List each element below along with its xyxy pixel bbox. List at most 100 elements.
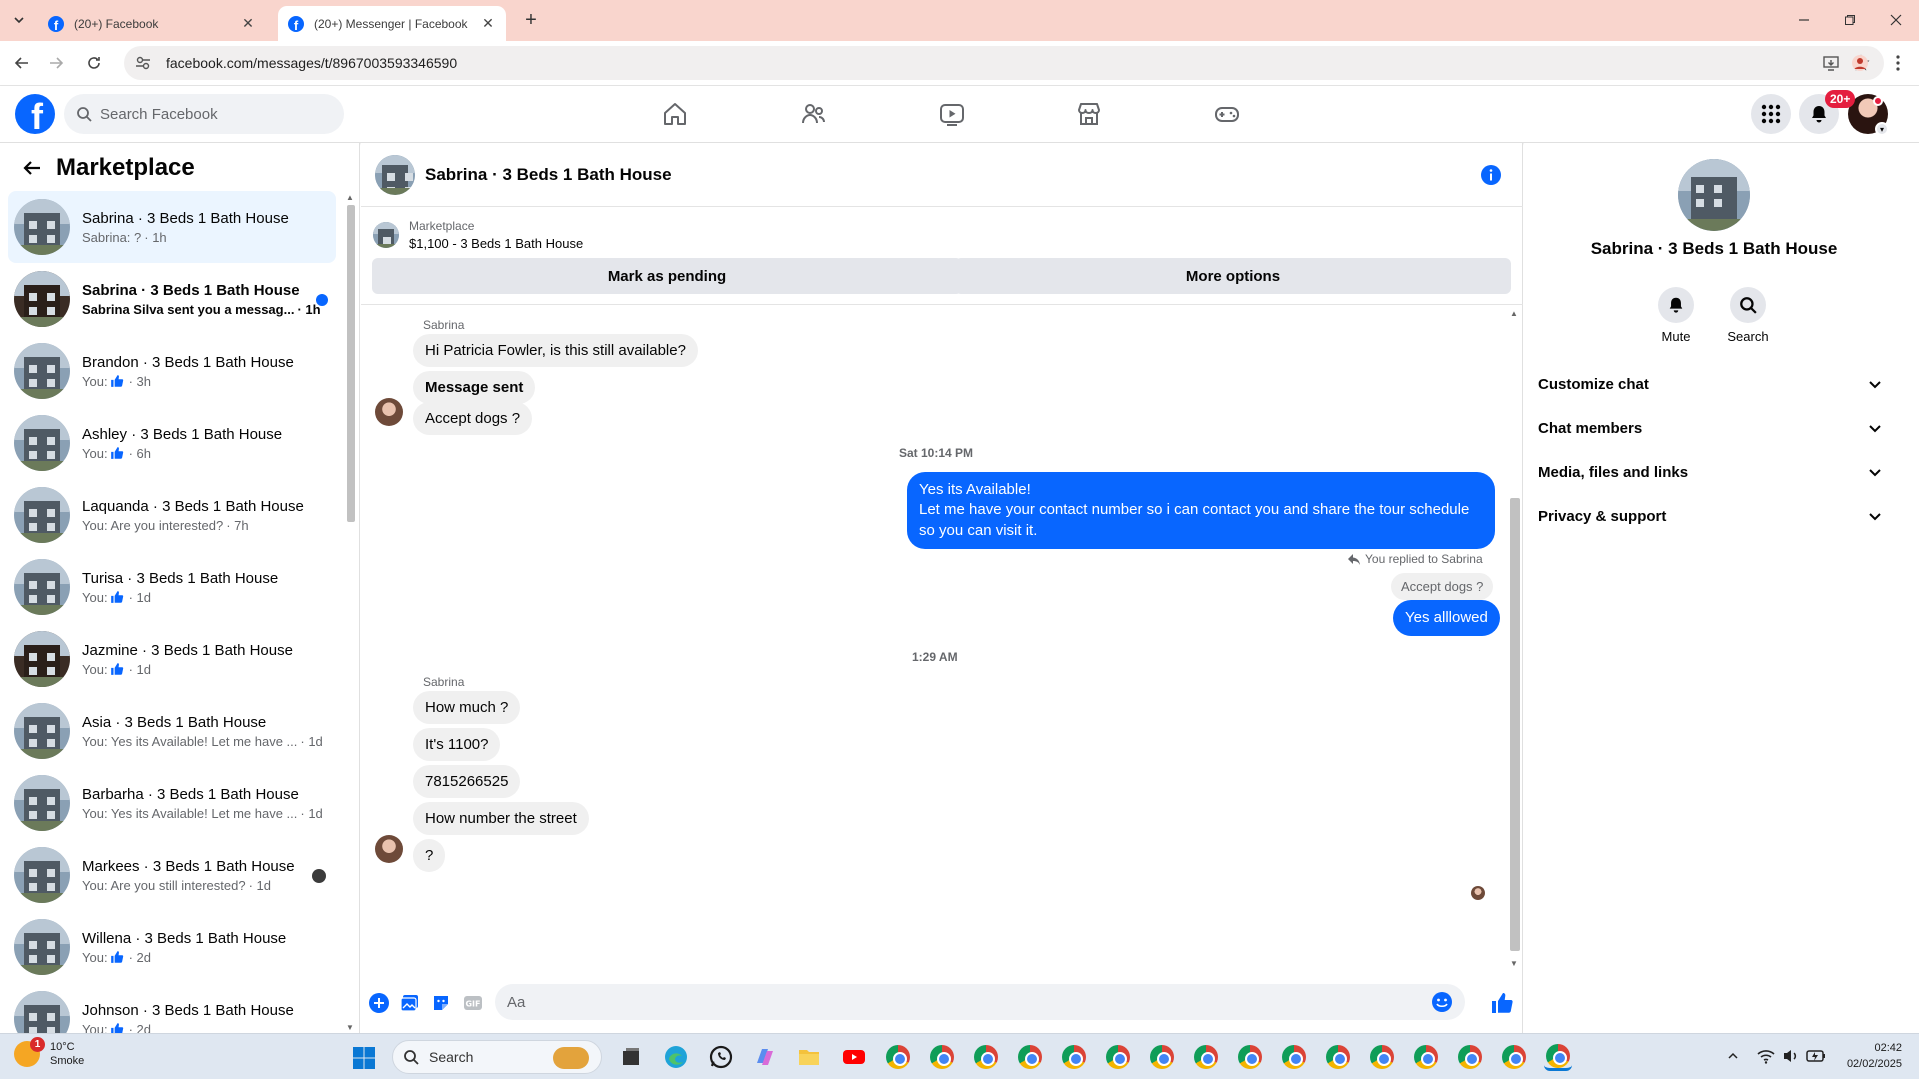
chat-avatar[interactable] <box>375 154 415 195</box>
tray-overflow-chevron-icon[interactable] <box>1723 1046 1743 1066</box>
emoji-icon[interactable] <box>1431 991 1453 1013</box>
message-bubble-incoming[interactable]: Message sent <box>413 371 536 404</box>
forward-arrow-icon[interactable] <box>44 51 68 75</box>
conversation-row[interactable]: Asia · 3 Beds 1 Bath House You: Yes its A… <box>8 695 336 767</box>
system-clock[interactable]: 02:42 02/02/2025 <box>1836 1041 1902 1073</box>
message-bubble-incoming[interactable]: Accept dogs ? <box>413 402 533 435</box>
browser-tab-facebook[interactable]: f (20+) Facebook ✕ <box>38 6 266 41</box>
message-bubble-incoming[interactable]: ? <box>413 839 446 872</box>
more-actions-plus-icon[interactable] <box>368 992 390 1014</box>
sticker-icon[interactable] <box>430 992 452 1014</box>
chrome-icon[interactable] <box>1280 1043 1308 1071</box>
conversation-info-icon[interactable] <box>1481 165 1501 185</box>
message-bubble-incoming[interactable]: How number the street <box>413 802 589 835</box>
conversation-row[interactable]: Brandon · 3 Beds 1 Bath House You: · 3h <box>8 335 336 407</box>
conversation-row[interactable]: Turisa · 3 Beds 1 Bath House You: · 1d <box>8 551 336 623</box>
battery-icon[interactable] <box>1806 1046 1826 1066</box>
weather-widget[interactable]: 1 10°C Smoke <box>14 1037 84 1069</box>
scroll-down-arrow-icon[interactable]: ▼ <box>1510 959 1518 968</box>
message-bubble-incoming[interactable]: It's 1100? <box>413 728 501 761</box>
message-thread-scrollbar[interactable]: ▲ ▼ <box>1507 306 1521 971</box>
back-arrow-icon[interactable] <box>10 51 34 75</box>
facebook-search-input[interactable] <box>100 105 320 123</box>
conversation-row[interactable]: Johnson · 3 Beds 1 Bath House You: · 2d <box>8 983 336 1033</box>
conversation-row[interactable]: Laquanda · 3 Beds 1 Bath House You: Are y… <box>8 479 336 551</box>
install-app-icon[interactable] <box>1816 48 1846 78</box>
chrome-icon[interactable] <box>1500 1043 1528 1071</box>
video-nav-icon[interactable] <box>932 96 972 132</box>
gaming-nav-icon[interactable] <box>1207 96 1247 132</box>
message-bubble-outgoing[interactable]: Yes its Available! Let me have your cont… <box>907 472 1495 549</box>
volume-icon[interactable] <box>1781 1046 1801 1066</box>
like-thumb-icon[interactable] <box>1489 990 1515 1016</box>
chrome-icon[interactable] <box>1412 1043 1440 1071</box>
conversation-row[interactable]: Markees · 3 Beds 1 Bath House You: Are yo… <box>8 839 336 911</box>
conversation-row[interactable]: Willena · 3 Beds 1 Bath House You: · 2d <box>8 911 336 983</box>
chrome-icon[interactable] <box>1148 1043 1176 1071</box>
attach-photo-icon[interactable] <box>399 992 421 1014</box>
message-input-box[interactable] <box>495 984 1465 1020</box>
message-input[interactable] <box>507 993 1431 1011</box>
reload-icon[interactable] <box>82 51 106 75</box>
friends-nav-icon[interactable] <box>793 96 833 132</box>
listing-summary[interactable]: Marketplace $1,100 - 3 Beds 1 Bath House <box>373 219 583 251</box>
youtube-icon[interactable] <box>840 1043 868 1071</box>
close-tab-icon[interactable]: ✕ <box>240 15 256 32</box>
more-options-button[interactable]: More options <box>955 258 1511 294</box>
chrome-icon[interactable] <box>884 1043 912 1071</box>
quoted-message[interactable]: Accept dogs ? <box>1391 573 1494 600</box>
sender-avatar[interactable] <box>375 398 403 426</box>
new-tab-button[interactable]: + <box>520 9 542 31</box>
message-bubble-incoming[interactable]: 7815266525 <box>413 765 521 798</box>
chat-members-section[interactable]: Chat members <box>1538 408 1890 448</box>
mute-bell-icon[interactable] <box>1658 287 1694 323</box>
scroll-down-arrow-icon[interactable]: ▼ <box>346 1023 354 1032</box>
edge-browser-icon[interactable] <box>662 1043 690 1071</box>
file-explorer-icon[interactable] <box>795 1043 823 1071</box>
browser-tab-messenger[interactable]: f (20+) Messenger | Facebook ✕ <box>278 6 506 41</box>
conversation-row[interactable]: Barbarha · 3 Beds 1 Bath House You: Yes i… <box>8 767 336 839</box>
windows-start-icon[interactable] <box>352 1046 376 1070</box>
chrome-icon[interactable] <box>1104 1043 1132 1071</box>
mark-as-pending-button[interactable]: Mark as pending <box>372 258 962 294</box>
chrome-icon-active[interactable] <box>1544 1043 1572 1071</box>
customize-chat-section[interactable]: Customize chat <box>1538 364 1890 404</box>
url-bar[interactable]: facebook.com/messages/t/8967003593346590 <box>124 46 1884 80</box>
task-view-icon[interactable] <box>617 1043 645 1071</box>
site-settings-icon[interactable] <box>134 54 152 72</box>
facebook-search-box[interactable] <box>64 94 344 134</box>
privacy-support-section[interactable]: Privacy & support <box>1538 496 1890 536</box>
whatsapp-icon[interactable] <box>707 1043 735 1071</box>
scroll-up-arrow-icon[interactable]: ▲ <box>346 193 354 202</box>
profile-chevron-icon[interactable]: ▾ <box>1875 122 1889 136</box>
back-arrow-icon[interactable] <box>16 152 48 184</box>
tab-search-chevron-icon[interactable] <box>8 9 30 31</box>
wifi-icon[interactable] <box>1756 1046 1776 1066</box>
chrome-icon[interactable] <box>972 1043 1000 1071</box>
chrome-icon[interactable] <box>928 1043 956 1071</box>
browser-menu-icon[interactable] <box>1886 51 1910 75</box>
minimize-window-icon[interactable] <box>1792 8 1816 32</box>
chrome-icon[interactable] <box>1016 1043 1044 1071</box>
scrollbar-thumb[interactable] <box>1510 498 1520 951</box>
conversation-row[interactable]: Sabrina · 3 Beds 1 Bath House Sabrina: ? ·… <box>8 191 336 263</box>
conversation-row[interactable]: Ashley · 3 Beds 1 Bath House You: · 6h <box>8 407 336 479</box>
media-files-links-section[interactable]: Media, files and links <box>1538 452 1890 492</box>
gif-icon[interactable]: GIF <box>462 992 484 1014</box>
menu-grid-icon[interactable] <box>1751 94 1791 134</box>
search-in-conversation-button[interactable]: Search <box>1718 287 1778 344</box>
restore-window-icon[interactable] <box>1838 8 1862 32</box>
chrome-icon[interactable] <box>1324 1043 1352 1071</box>
marketplace-nav-icon[interactable] <box>1069 96 1109 132</box>
chrome-icon[interactable] <box>1368 1043 1396 1071</box>
search-icon[interactable] <box>1730 287 1766 323</box>
conversation-avatar[interactable] <box>1678 159 1750 231</box>
taskbar-search[interactable]: Search <box>392 1040 602 1074</box>
close-tab-icon[interactable]: ✕ <box>480 15 496 32</box>
scroll-up-arrow-icon[interactable]: ▲ <box>1510 309 1518 318</box>
message-bubble-outgoing[interactable]: Yes alllowed <box>1393 600 1500 637</box>
message-bubble-incoming[interactable]: Hi Patricia Fowler, is this still availa… <box>413 334 698 367</box>
scrollbar-thumb[interactable] <box>347 205 355 522</box>
facebook-logo-icon[interactable]: f <box>15 94 55 134</box>
home-nav-icon[interactable] <box>655 96 695 132</box>
